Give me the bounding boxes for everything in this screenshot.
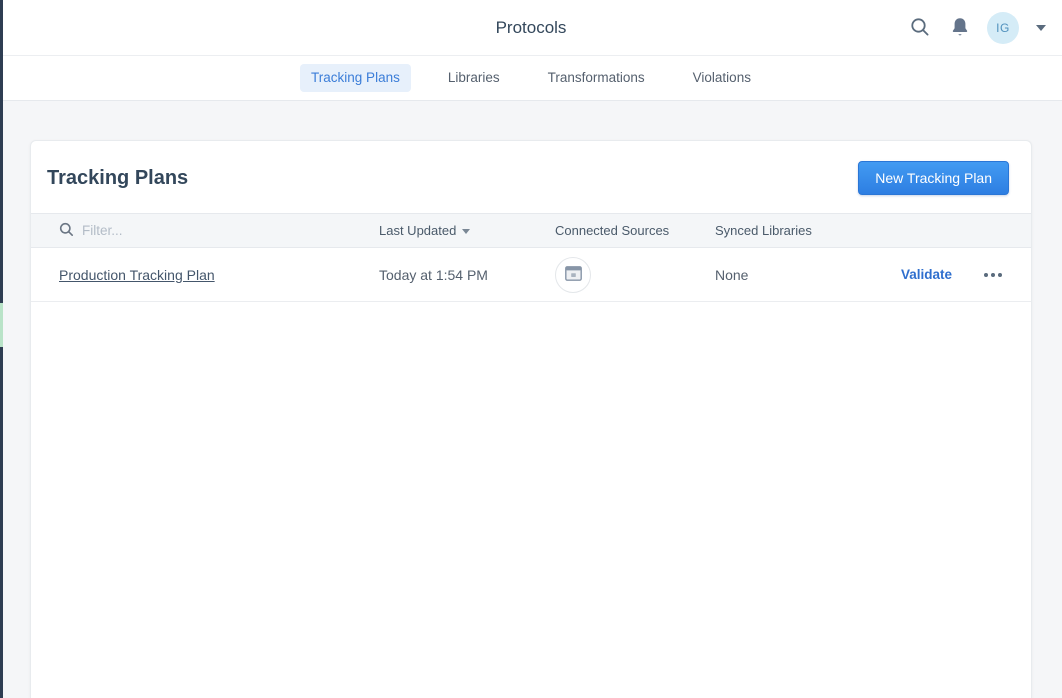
browser-window-source-icon: [565, 266, 582, 284]
notifications-button[interactable]: [948, 14, 972, 43]
filter-input[interactable]: [82, 223, 262, 238]
top-bar: Protocols IG: [0, 0, 1062, 56]
caret-down-icon: [1036, 25, 1046, 31]
filter-search-icon: [59, 222, 74, 240]
row-actions-cell: Validate: [901, 267, 1032, 282]
column-header-synced-libraries: Synced Libraries: [715, 223, 901, 238]
filter-cell: [31, 222, 379, 240]
notifications-bell-icon: [950, 16, 970, 41]
search-icon: [909, 16, 931, 41]
plan-name-cell: Production Tracking Plan: [31, 267, 379, 283]
search-button[interactable]: [907, 14, 933, 43]
column-header-connected-sources: Connected Sources: [555, 223, 715, 238]
topbar-actions: IG: [907, 0, 1048, 56]
synced-libraries-cell: None: [715, 267, 901, 283]
column-header-last-updated[interactable]: Last Updated: [379, 223, 555, 238]
tab-libraries[interactable]: Libraries: [437, 64, 511, 92]
card-title: Tracking Plans: [47, 167, 188, 190]
tab-violations[interactable]: Violations: [682, 64, 762, 92]
tab-tracking-plans[interactable]: Tracking Plans: [300, 64, 411, 92]
ellipsis-icon: [984, 273, 1002, 277]
account-menu-button[interactable]: [1034, 23, 1048, 33]
card-header: Tracking Plans New Tracking Plan: [31, 141, 1031, 213]
sidebar-green-indicator: [0, 303, 3, 347]
collapsed-sidebar-strip: [0, 0, 3, 698]
table-header-row: Last Updated Connected Sources Synced Li…: [31, 213, 1031, 248]
new-tracking-plan-button[interactable]: New Tracking Plan: [858, 161, 1009, 195]
page-title: Protocols: [0, 18, 1062, 38]
table-row: Production Tracking Plan Today at 1:54 P…: [31, 248, 1031, 302]
connected-sources-cell: [555, 257, 715, 293]
plan-name-link[interactable]: Production Tracking Plan: [59, 267, 215, 283]
tab-bar: Tracking Plans Libraries Transformations…: [0, 56, 1062, 101]
validate-link[interactable]: Validate: [901, 267, 952, 282]
connected-source-badge[interactable]: [555, 257, 591, 293]
tracking-plans-card: Tracking Plans New Tracking Plan Last Up…: [30, 140, 1032, 698]
page-content: Tracking Plans New Tracking Plan Last Up…: [0, 101, 1062, 698]
row-more-menu-button[interactable]: [982, 269, 1004, 281]
last-updated-cell: Today at 1:54 PM: [379, 267, 555, 283]
avatar[interactable]: IG: [987, 12, 1019, 44]
sort-desc-icon: [462, 229, 470, 234]
tab-transformations[interactable]: Transformations: [537, 64, 656, 92]
